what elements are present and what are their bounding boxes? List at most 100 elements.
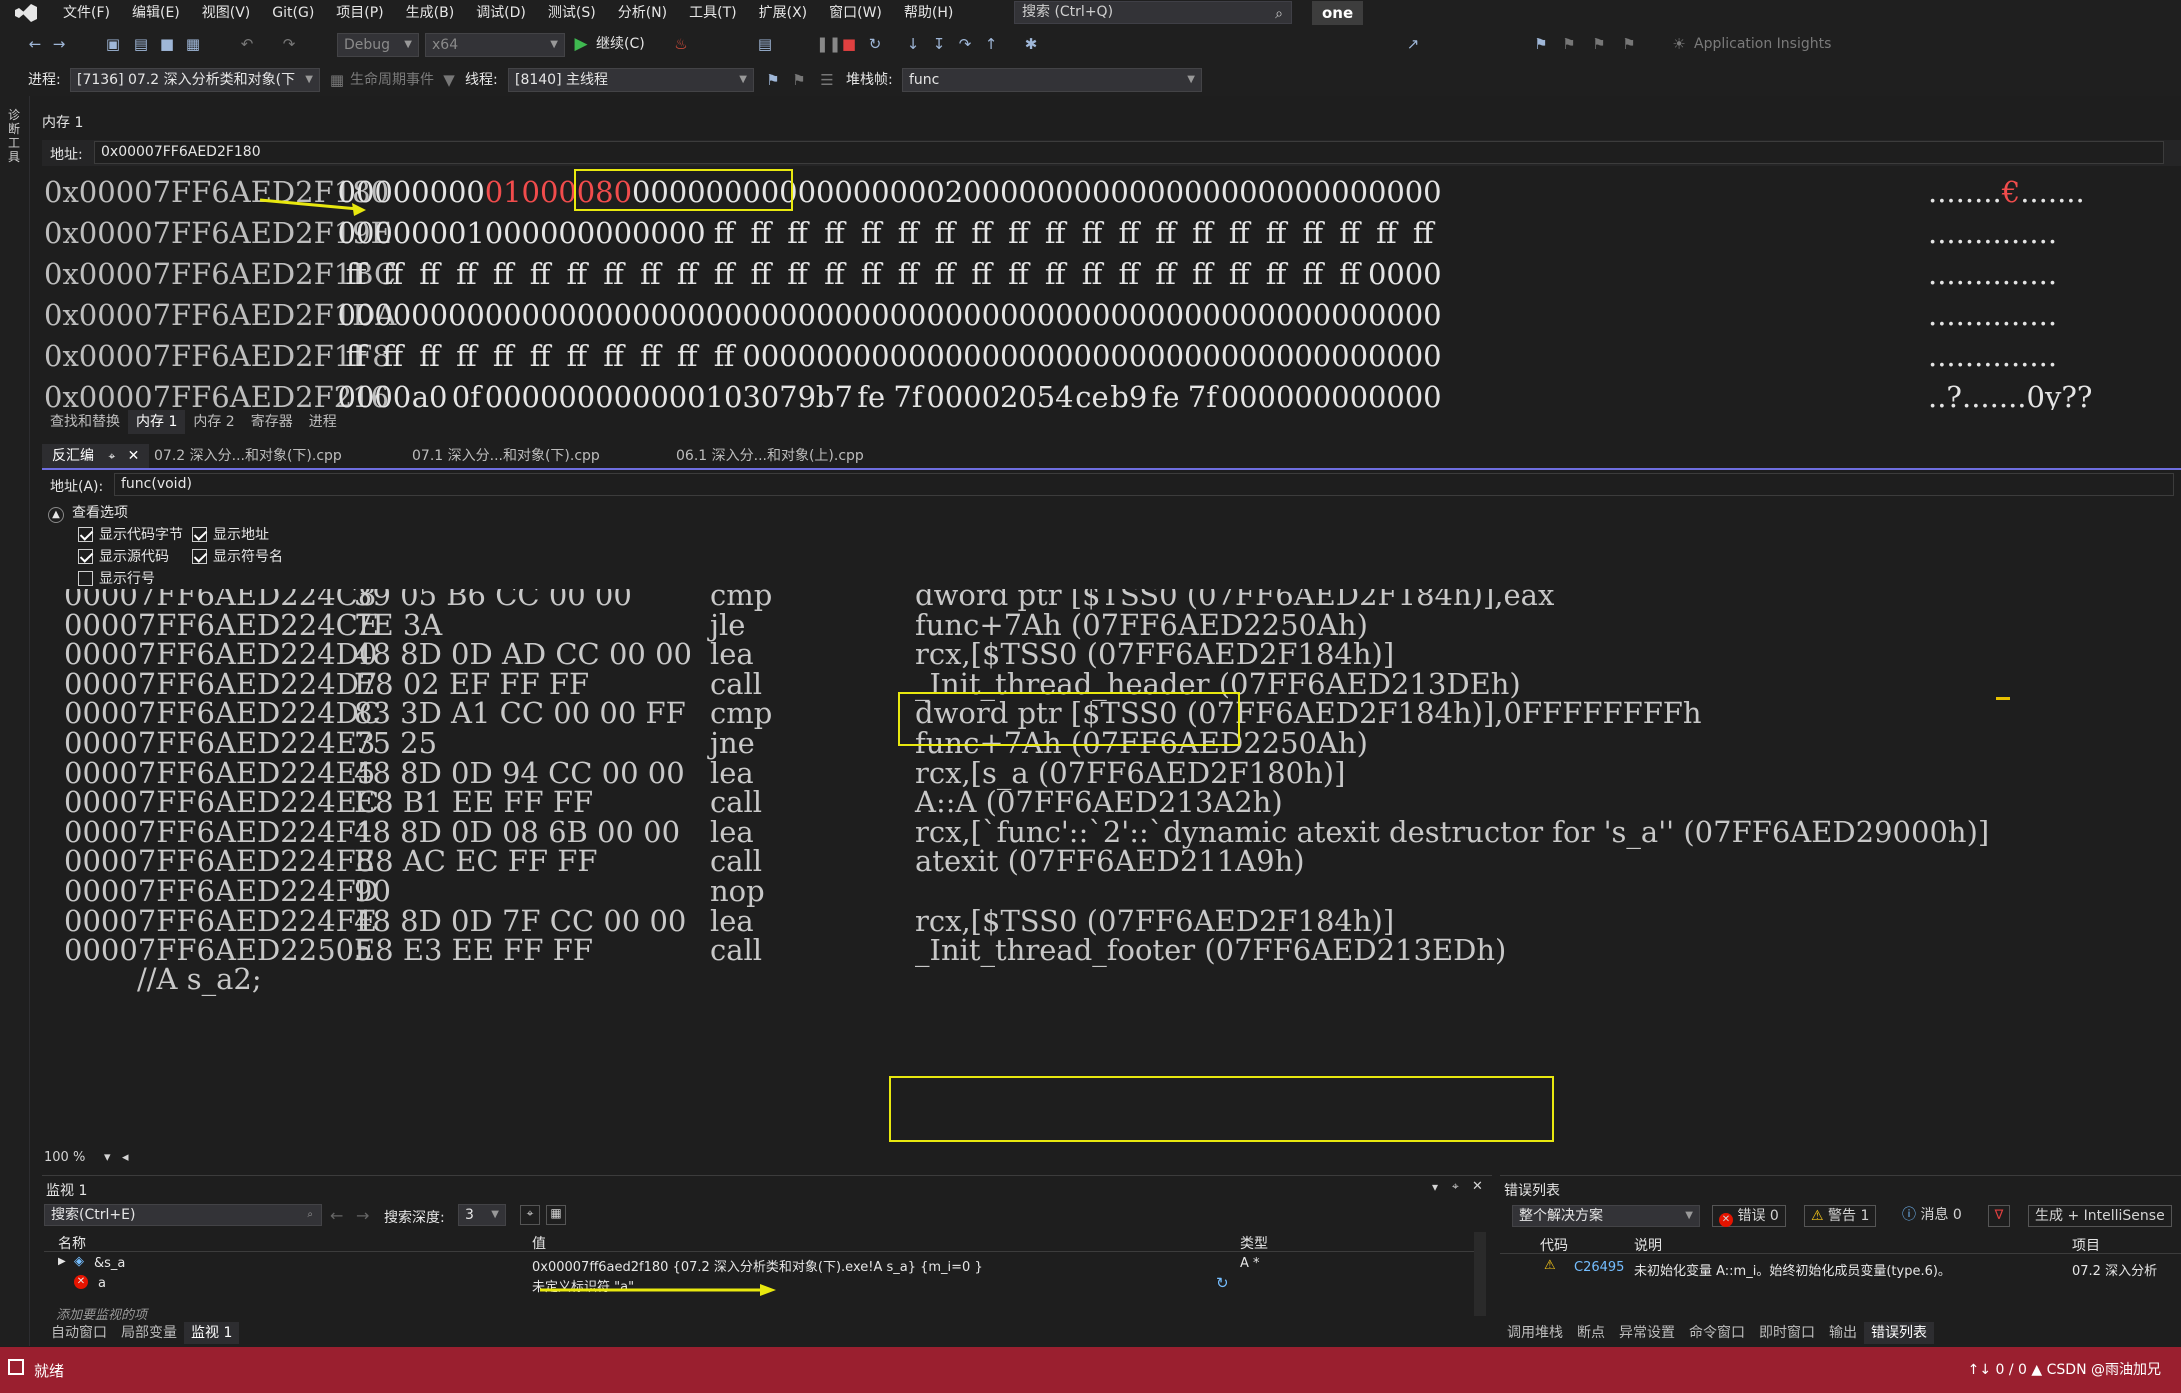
tool-tab[interactable]: 调用堆栈 [1500, 1322, 1570, 1344]
forward-icon[interactable]: → [356, 1206, 369, 1225]
open-file-icon[interactable]: ▤ [132, 35, 150, 53]
memory-byte[interactable]: ff [851, 254, 891, 295]
memory-byte[interactable]: 00 [888, 172, 928, 213]
show-line-numbers-option[interactable]: 显示行号 [78, 568, 155, 588]
watch-tab[interactable]: 局部变量 [114, 1322, 184, 1344]
memory-byte[interactable]: ff [1035, 254, 1075, 295]
back-icon[interactable]: ← [330, 1206, 343, 1225]
memory-byte[interactable]: ff [1293, 254, 1333, 295]
save-icon[interactable]: ■ [158, 35, 176, 53]
checkbox-checked-icon[interactable] [78, 549, 93, 564]
memory-byte[interactable]: 00 [557, 295, 597, 336]
memory-byte[interactable]: 00 [557, 377, 597, 410]
step-over-icon[interactable]: ↓ [904, 35, 922, 53]
memory-byte[interactable]: 00 [1146, 172, 1186, 213]
watch-add-hint[interactable]: 添加要监视的项 [56, 1304, 147, 1323]
memory-byte[interactable]: ff [594, 254, 634, 295]
memory-byte[interactable]: 00 [998, 295, 1038, 336]
memory-byte[interactable]: 00 [1293, 336, 1333, 377]
memory-byte[interactable]: 00 [410, 213, 450, 254]
memory-byte[interactable]: ff [483, 336, 523, 377]
memory-byte[interactable]: 7f [1182, 377, 1222, 410]
memory-byte[interactable]: ff [1293, 213, 1333, 254]
tool-tab[interactable]: 命令窗口 [1682, 1322, 1752, 1344]
watch-scrollbar[interactable] [1474, 1232, 1486, 1316]
memory-byte[interactable]: 00 [1182, 295, 1222, 336]
memory-byte[interactable]: 00 [483, 295, 523, 336]
memory-byte[interactable]: 01 [483, 172, 523, 213]
watch-col-name[interactable]: 名称 [58, 1233, 86, 1253]
memory-byte[interactable]: 00 [630, 295, 670, 336]
memory-byte[interactable]: 00 [1109, 336, 1149, 377]
memory-byte[interactable]: ff [704, 336, 744, 377]
memory-byte[interactable]: 00 [520, 213, 560, 254]
memory-address-input[interactable]: 0x00007FF6AED2F180 [94, 141, 2164, 164]
pin-watch-icon[interactable]: ⌖ [520, 1205, 540, 1225]
memory-byte[interactable]: ff [557, 336, 597, 377]
bookmark-clear-icon[interactable]: ⚑ [1620, 35, 1638, 53]
step-up-icon[interactable]: ↑ [982, 35, 1000, 53]
tool-tab[interactable]: 断点 [1570, 1322, 1612, 1344]
forward-icon[interactable]: → [50, 35, 68, 53]
pointer-icon[interactable]: ↗ [1404, 35, 1422, 53]
memory-byte[interactable]: 00 [925, 336, 965, 377]
memory-byte[interactable]: ff [336, 254, 376, 295]
watch-search-input[interactable]: 搜索(Ctrl+E) ⌕ [44, 1204, 322, 1226]
configuration-dropdown[interactable]: Debug ▼ [337, 33, 419, 57]
memory-byte[interactable]: 00 [630, 213, 670, 254]
lifecycle-events-button[interactable]: 生命周期事件 [350, 64, 434, 96]
tab-cpp-06-1[interactable]: 06.1 深入分...和对象(上).cpp [666, 444, 874, 468]
memory-byte[interactable]: 00 [1256, 377, 1296, 410]
memory-byte[interactable]: 00 [1366, 172, 1406, 213]
warnings-filter-button[interactable]: ⚠ 警告 1 [1804, 1205, 1877, 1227]
memory-byte[interactable]: 00 [851, 172, 891, 213]
thread-dropdown[interactable]: [8140] 主线程 ▼ [508, 68, 754, 92]
menu-item[interactable]: 编辑(E) [121, 0, 191, 26]
memory-byte[interactable]: ff [667, 336, 707, 377]
memory-byte[interactable]: ff [1182, 254, 1222, 295]
memory-byte[interactable]: 00 [851, 336, 891, 377]
continue-icon[interactable]: ▶ [572, 35, 590, 53]
memory-byte[interactable]: ff [1109, 254, 1149, 295]
memory-byte[interactable]: 10 [704, 377, 744, 410]
memory-byte[interactable]: 00 [630, 377, 670, 410]
menu-item[interactable]: 工具(T) [678, 0, 747, 26]
memory-byte[interactable]: 00 [814, 295, 854, 336]
bookmark-next-icon[interactable]: ⚑ [1590, 35, 1608, 53]
memory-byte[interactable]: ff [1109, 213, 1149, 254]
memory-byte[interactable]: 79 [778, 377, 818, 410]
application-insights-button[interactable]: Application Insights [1694, 28, 1831, 60]
memory-byte[interactable]: ff [814, 213, 854, 254]
memory-tab[interactable]: 内存 2 [185, 410, 242, 434]
memory-byte[interactable]: 00 [1256, 172, 1296, 213]
memory-byte[interactable]: 00 [962, 172, 1002, 213]
memory-byte[interactable]: 00 [520, 172, 560, 213]
memory-byte[interactable]: ce [1072, 377, 1112, 410]
memory-byte[interactable]: 00 [1256, 336, 1296, 377]
memory-byte[interactable]: 00 [410, 295, 450, 336]
memory-byte[interactable]: 00 [520, 377, 560, 410]
memory-tab[interactable]: 寄存器 [243, 410, 301, 434]
memory-byte[interactable]: ff [1072, 213, 1112, 254]
pin-icon[interactable]: ⌖ [108, 449, 115, 463]
memory-byte[interactable]: 00 [998, 172, 1038, 213]
memory-byte[interactable]: 00 [336, 213, 376, 254]
panel-menu-icon[interactable]: ▾ [1432, 1180, 1438, 1194]
memory-byte[interactable]: 00 [667, 213, 707, 254]
memory-byte[interactable]: ff [925, 213, 965, 254]
memory-byte[interactable]: 00 [1403, 336, 1443, 377]
memory-byte[interactable]: 00 [1293, 377, 1333, 410]
memory-byte[interactable]: 00 [1182, 336, 1222, 377]
window-icon[interactable]: ▤ [756, 35, 774, 53]
memory-byte[interactable]: 00 [410, 172, 450, 213]
breakpoint-tools-icon[interactable]: ✱ [1022, 35, 1040, 53]
memory-byte[interactable]: 00 [446, 295, 486, 336]
disassembly-address-input[interactable]: func(void) [114, 473, 2174, 496]
memory-byte[interactable]: 00 [520, 295, 560, 336]
memory-byte[interactable]: b9 [1109, 377, 1149, 410]
memory-byte[interactable]: 00 [1035, 295, 1075, 336]
memory-tab[interactable]: 进程 [301, 410, 345, 434]
memory-byte[interactable]: ff [962, 254, 1002, 295]
memory-byte[interactable]: 00 [1403, 377, 1443, 410]
hot-reload-icon[interactable]: ♨ [672, 35, 690, 53]
